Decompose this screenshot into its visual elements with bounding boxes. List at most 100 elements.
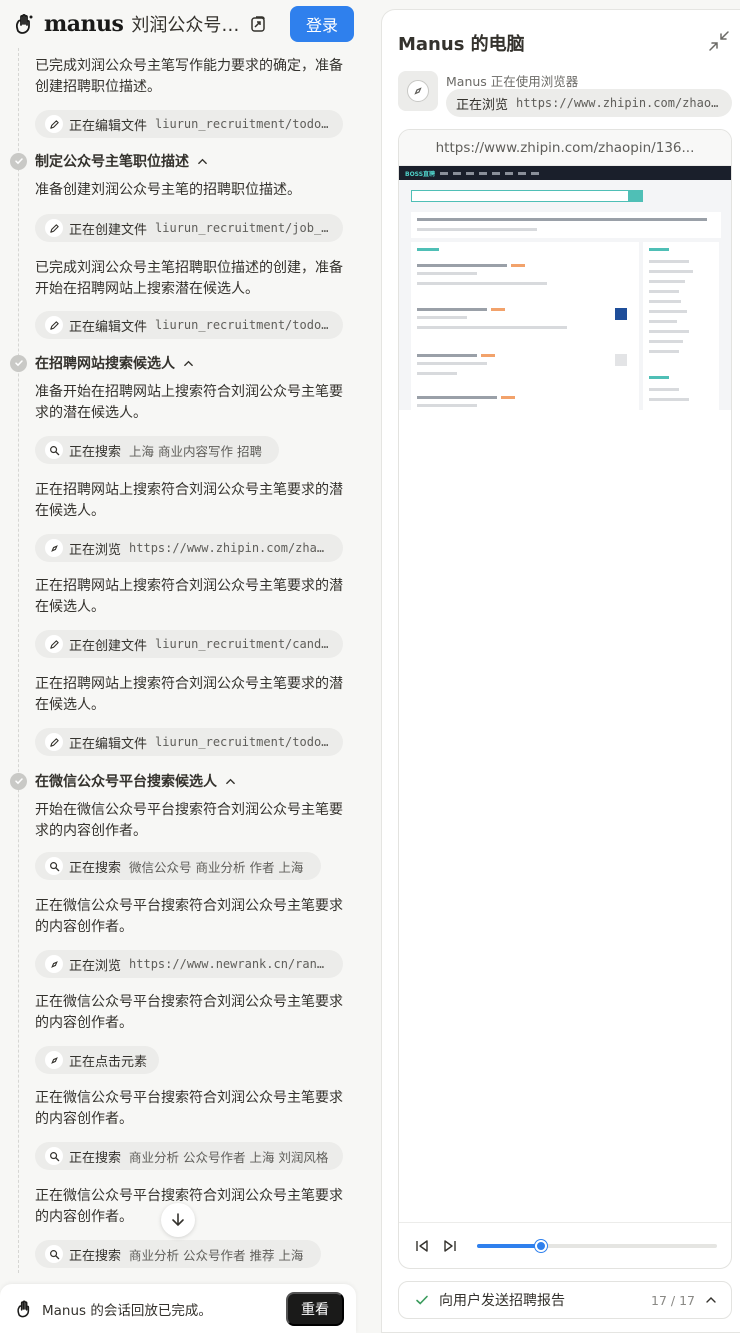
plan-step-header[interactable]: 在招聘网站搜索候选人 bbox=[10, 352, 195, 374]
tool-action-label: 正在创建文件 bbox=[69, 222, 148, 238]
skip-back-icon[interactable] bbox=[413, 1237, 431, 1255]
assistant-message: 准备开始在招聘网站上搜索符合刘润公众号主笔要求的潜在候选人。 bbox=[35, 384, 343, 421]
conversation-title: 刘润公众号主笔招聘 bbox=[131, 15, 240, 36]
current-action-chip: 正在浏览 https://www.zhipin.com/zhaopin/ bbox=[446, 89, 732, 117]
replay-footer: Manus 的会话回放已完成。 重看 bbox=[0, 1284, 356, 1333]
scroll-down-button[interactable] bbox=[161, 1203, 195, 1237]
chevron-up-icon[interactable] bbox=[197, 155, 209, 167]
address-bar: https://www.zhipin.com/zhaopin/136... bbox=[399, 130, 731, 166]
plan-step-header[interactable]: 在微信公众号平台搜索候选人 bbox=[10, 770, 237, 792]
task-label: 向用户发送招聘报告 bbox=[439, 1293, 565, 1309]
browser-screenshot: BOSS直聘 bbox=[399, 166, 731, 410]
check-icon bbox=[416, 1295, 428, 1305]
playback-controls bbox=[399, 1222, 731, 1268]
site-sidebar bbox=[643, 242, 719, 410]
replay-complete-message: Manus 的会话回放已完成。 bbox=[42, 1302, 212, 1319]
search-icon bbox=[45, 857, 63, 875]
browser-window: https://www.zhipin.com/zhaopin/136... BO… bbox=[398, 129, 732, 1269]
tool-action-argument: https://www.zhipin.com/zhaopin/ bbox=[129, 541, 331, 555]
collapse-icon[interactable] bbox=[708, 30, 730, 52]
assistant-message: 准备创建刘润公众号主笔的招聘职位描述。 bbox=[35, 182, 301, 198]
tool-action-chip[interactable]: 正在搜索 商业分析 公众号作者 推荐 上海 bbox=[35, 1240, 321, 1268]
search-icon bbox=[45, 441, 63, 459]
tool-action-argument: liurun_recruitment/todo.md bbox=[155, 735, 331, 749]
tool-action-label: 正在搜索 bbox=[69, 860, 122, 876]
playback-progress[interactable] bbox=[476, 1239, 718, 1252]
timeline-line bbox=[18, 48, 19, 1273]
compass-icon bbox=[45, 955, 63, 973]
tool-action-argument: 上海 商业内容写作 招聘 bbox=[129, 443, 262, 459]
tool-action-label: 正在编辑文件 bbox=[69, 118, 148, 134]
share-icon[interactable] bbox=[247, 13, 269, 35]
assistant-message: 已完成刘润公众号主笔招聘职位描述的创建，准备开始在招聘网站上搜索潜在候选人。 bbox=[35, 260, 343, 297]
search-icon bbox=[45, 1245, 63, 1263]
tool-action-argument: liurun_recruitment/candidates.md bbox=[155, 637, 331, 651]
assistant-message: 正在招聘网站上搜索符合刘润公众号主笔要求的潜在候选人。 bbox=[35, 578, 343, 615]
chevron-up-icon[interactable] bbox=[225, 775, 237, 787]
chevron-up-icon[interactable] bbox=[705, 1293, 719, 1307]
tool-action-argument: 商业分析 公众号作者 推荐 上海 bbox=[129, 1247, 304, 1263]
tool-action-chip[interactable]: 正在搜索 上海 商业内容写作 招聘 bbox=[35, 436, 279, 464]
compass-icon bbox=[45, 1051, 63, 1069]
task-count: 17 / 17 bbox=[651, 1292, 695, 1308]
plan-step-label: 在招聘网站搜索候选人 bbox=[35, 356, 175, 372]
edit-icon bbox=[45, 316, 63, 334]
tool-action-chip[interactable]: 正在创建文件 liurun_recruitment/job_description… bbox=[35, 214, 343, 242]
browser-tool-icon bbox=[398, 71, 438, 111]
edit-icon bbox=[45, 733, 63, 751]
assistant-message: 正在微信公众号平台搜索符合刘润公众号主笔要求的内容创作者。 bbox=[35, 1090, 343, 1127]
skip-forward-icon[interactable] bbox=[441, 1237, 459, 1255]
tool-action-chip[interactable]: 正在编辑文件 liurun_recruitment/todo.md bbox=[35, 728, 343, 756]
check-circle-icon bbox=[10, 152, 27, 170]
replay-button[interactable]: 重看 bbox=[286, 1291, 344, 1326]
chat-panel: manus 刘润公众号主笔招聘 登录 已完成刘润公众号主笔写作能力要求的确定，准… bbox=[0, 0, 366, 1333]
tool-action-chip[interactable]: 正在搜索 微信公众号 商业分析 作者 上海 bbox=[35, 852, 321, 880]
tool-action-argument: liurun_recruitment/todo.md bbox=[155, 117, 331, 131]
edit-icon bbox=[45, 219, 63, 237]
tool-action-chip[interactable]: 正在编辑文件 liurun_recruitment/todo.md bbox=[35, 311, 343, 339]
manus-logo[interactable]: manus bbox=[12, 11, 124, 37]
tool-action-chip[interactable]: 正在浏览 https://www.zhipin.com/zhaopin/ bbox=[35, 534, 343, 562]
edit-icon bbox=[45, 635, 63, 653]
tool-action-argument: 微信公众号 商业分析 作者 上海 bbox=[129, 859, 304, 875]
agent-status: Manus 正在使用浏览器 bbox=[446, 74, 579, 89]
tool-action-argument: liurun_recruitment/job_description.md bbox=[155, 221, 331, 235]
tool-action-chip[interactable]: 正在编辑文件 liurun_recruitment/todo.md bbox=[35, 110, 343, 138]
site-brand: BOSS直聘 bbox=[405, 170, 436, 178]
tool-action-argument: 商业分析 公众号作者 上海 刘润风格 bbox=[129, 1149, 329, 1165]
task-status-bar[interactable]: 向用户发送招聘报告 17 / 17 bbox=[398, 1281, 732, 1319]
site-search-box bbox=[411, 190, 629, 202]
arrow-down-icon bbox=[172, 1213, 184, 1227]
computer-title: Manus 的电脑 bbox=[398, 34, 525, 55]
manus-hand-icon bbox=[17, 1300, 30, 1317]
progress-knob[interactable] bbox=[535, 1239, 548, 1252]
site-category-block bbox=[411, 212, 721, 238]
assistant-message: 正在微信公众号平台搜索符合刘润公众号主笔要求的内容创作者。 bbox=[35, 994, 343, 1031]
edit-icon bbox=[45, 115, 63, 133]
chat-header: manus 刘润公众号主笔招聘 登录 bbox=[0, 0, 366, 48]
assistant-message: 正在微信公众号平台搜索符合刘润公众号主笔要求的内容创作者。 bbox=[35, 898, 343, 935]
plan-step-label: 在微信公众号平台搜索候选人 bbox=[35, 774, 217, 790]
progress-fill bbox=[476, 1243, 542, 1248]
current-action: 正在浏览 bbox=[456, 97, 509, 113]
compass-icon bbox=[45, 539, 63, 557]
assistant-message: 正在招聘网站上搜索符合刘润公众号主笔要求的潜在候选人。 bbox=[35, 482, 343, 519]
tool-action-chip[interactable]: 正在浏览 https://www.newrank.cn/ranklist bbox=[35, 950, 343, 978]
compass-icon bbox=[414, 87, 422, 95]
tool-action-chip[interactable]: 正在点击元素 bbox=[35, 1046, 159, 1074]
tool-action-chip[interactable]: 正在创建文件 liurun_recruitment/candidates.md bbox=[35, 630, 343, 658]
login-button[interactable]: 登录 bbox=[290, 6, 354, 42]
tool-action-label: 正在编辑文件 bbox=[69, 319, 148, 335]
address-bar-url: https://www.zhipin.com/zhaopin/136... bbox=[435, 139, 695, 156]
tool-action-label: 正在搜索 bbox=[69, 1150, 122, 1166]
tool-action-chip[interactable]: 正在搜索 商业分析 公众号作者 上海 刘润风格 bbox=[35, 1142, 343, 1170]
tool-action-label: 正在搜索 bbox=[69, 1248, 122, 1264]
tool-action-argument: liurun_recruitment/todo.md bbox=[155, 318, 331, 332]
tool-action-argument: https://www.newrank.cn/ranklist bbox=[129, 957, 331, 971]
chevron-up-icon[interactable] bbox=[183, 357, 195, 369]
plan-step-header[interactable]: 制定公众号主笔职位描述 bbox=[10, 150, 209, 172]
site-topnav: BOSS直聘 bbox=[399, 166, 731, 180]
check-circle-icon bbox=[10, 354, 27, 372]
site-job-list bbox=[411, 242, 639, 410]
tool-action-label: 正在创建文件 bbox=[69, 638, 148, 654]
